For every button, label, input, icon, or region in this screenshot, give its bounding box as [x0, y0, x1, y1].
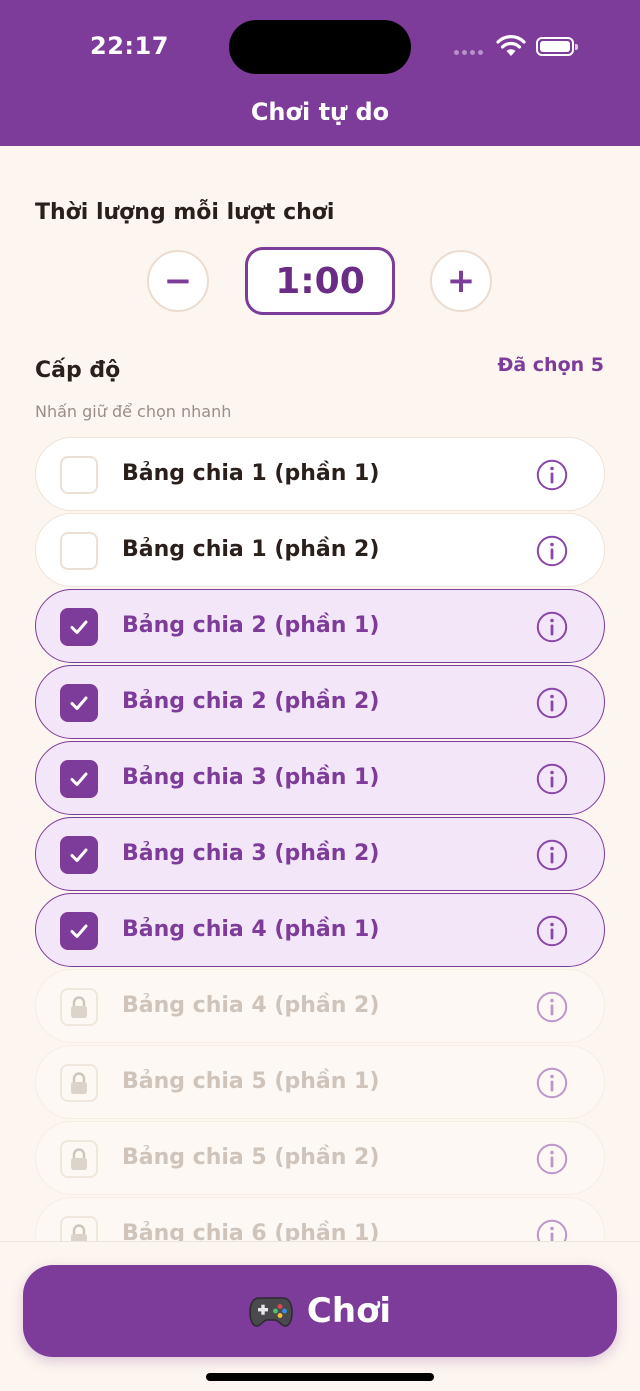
dynamic-island — [229, 20, 411, 74]
gamepad-icon — [249, 1297, 293, 1327]
level-checkbox[interactable] — [60, 532, 98, 570]
level-item[interactable]: Bảng chia 3 (phần 2) — [35, 817, 605, 891]
page-title: Chơi tự do — [250, 98, 390, 126]
level-checkbox — [60, 1140, 98, 1178]
level-checkbox[interactable] — [60, 684, 98, 722]
level-label: Bảng chia 1 (phần 2) — [122, 537, 380, 562]
info-icon[interactable] — [536, 611, 568, 643]
level-checkbox[interactable] — [60, 836, 98, 874]
lock-icon — [71, 1224, 87, 1241]
level-item[interactable]: Bảng chia 2 (phần 1) — [35, 589, 605, 663]
level-label: Bảng chia 3 (phần 2) — [122, 841, 380, 866]
wifi-icon — [496, 35, 526, 56]
lock-icon — [71, 996, 87, 1018]
info-icon[interactable] — [536, 1067, 568, 1099]
check-icon — [70, 696, 88, 710]
level-item: Bảng chia 6 (phần 1) — [35, 1197, 605, 1241]
cellular-signal-icon — [454, 50, 483, 55]
quick-select-hint: Nhấn giữ để chọn nhanh — [35, 402, 232, 421]
level-item[interactable]: Bảng chia 2 (phần 2) — [35, 665, 605, 739]
info-icon[interactable] — [536, 991, 568, 1023]
info-icon[interactable] — [536, 459, 568, 491]
info-icon[interactable] — [536, 535, 568, 567]
lock-icon — [71, 1148, 87, 1170]
increase-duration-button[interactable]: + — [430, 250, 492, 312]
play-button[interactable]: Chơi — [23, 1265, 617, 1357]
level-label: Bảng chia 2 (phần 2) — [122, 689, 380, 714]
level-section-title: Cấp độ — [35, 358, 121, 383]
check-icon — [70, 772, 88, 786]
decrease-duration-button[interactable]: − — [147, 250, 209, 312]
level-checkbox — [60, 1216, 98, 1241]
selected-count: Đã chọn 5 — [497, 354, 604, 376]
level-item: Bảng chia 5 (phần 2) — [35, 1121, 605, 1195]
level-checkbox[interactable] — [60, 456, 98, 494]
level-label: Bảng chia 3 (phần 1) — [122, 765, 380, 790]
duration-value: 1:00 — [245, 247, 395, 315]
home-indicator — [206, 1373, 434, 1381]
level-item[interactable]: Bảng chia 3 (phần 1) — [35, 741, 605, 815]
info-icon[interactable] — [536, 763, 568, 795]
level-item: Bảng chia 4 (phần 2) — [35, 969, 605, 1043]
app-header: 22:17 Chơi tự do — [0, 0, 640, 146]
info-icon[interactable] — [536, 687, 568, 719]
level-label: Bảng chia 2 (phần 1) — [122, 613, 380, 638]
level-label: Bảng chia 5 (phần 2) — [122, 1145, 380, 1170]
level-label: Bảng chia 5 (phần 1) — [122, 1069, 380, 1094]
check-icon — [70, 924, 88, 938]
info-icon[interactable] — [536, 839, 568, 871]
check-icon — [70, 620, 88, 634]
level-checkbox[interactable] — [60, 912, 98, 950]
level-item[interactable]: Bảng chia 1 (phần 2) — [35, 513, 605, 587]
level-item[interactable]: Bảng chia 4 (phần 1) — [35, 893, 605, 967]
level-label: Bảng chia 4 (phần 2) — [122, 993, 380, 1018]
level-item: Bảng chia 5 (phần 1) — [35, 1045, 605, 1119]
info-icon[interactable] — [536, 915, 568, 947]
duration-title: Thời lượng mỗi lượt chơi — [35, 200, 335, 225]
check-icon — [70, 848, 88, 862]
level-list[interactable]: Bảng chia 1 (phần 1) Bảng chia 1 (phần 2)… — [35, 437, 605, 1241]
battery-icon — [536, 37, 578, 56]
status-time: 22:17 — [90, 32, 169, 60]
level-checkbox — [60, 988, 98, 1026]
level-label: Bảng chia 4 (phần 1) — [122, 917, 380, 942]
play-button-label: Chơi — [306, 1291, 392, 1331]
level-checkbox[interactable] — [60, 760, 98, 798]
level-item[interactable]: Bảng chia 1 (phần 1) — [35, 437, 605, 511]
level-checkbox[interactable] — [60, 608, 98, 646]
info-icon[interactable] — [536, 1143, 568, 1175]
level-checkbox — [60, 1064, 98, 1102]
lock-icon — [71, 1072, 87, 1094]
level-label: Bảng chia 1 (phần 1) — [122, 461, 380, 486]
info-icon[interactable] — [536, 1219, 568, 1241]
level-label: Bảng chia 6 (phần 1) — [122, 1221, 380, 1241]
